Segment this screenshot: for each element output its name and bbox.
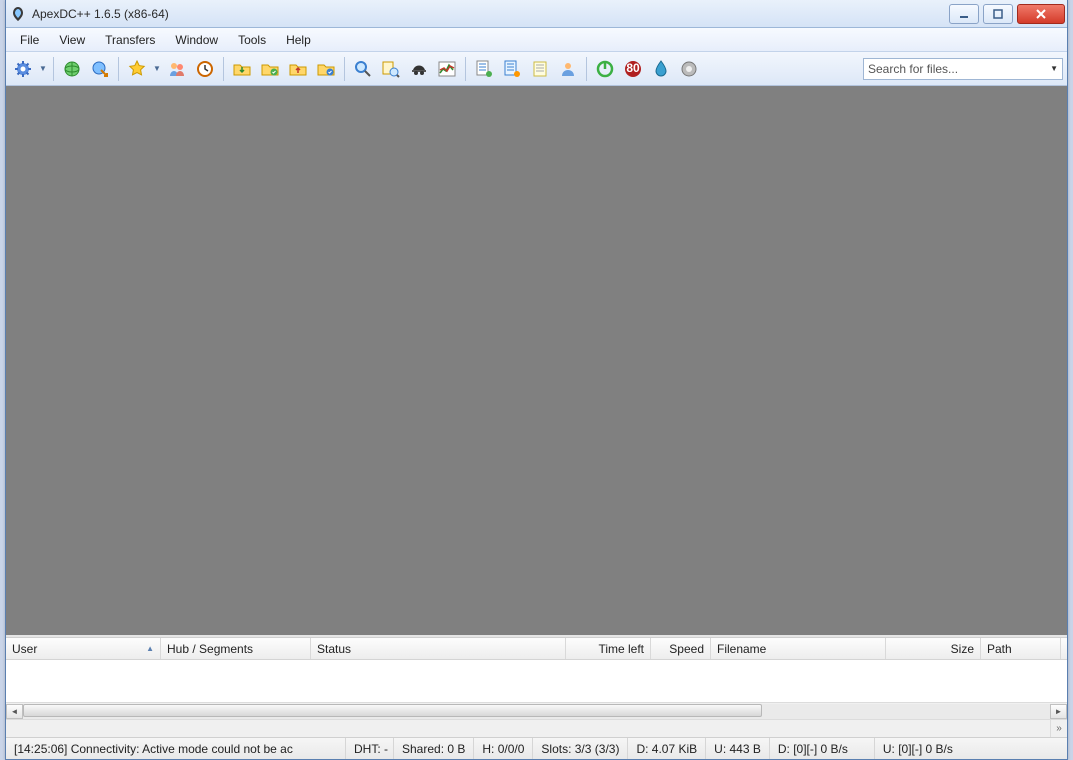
close-button[interactable]: [1017, 4, 1065, 24]
network-stats-icon[interactable]: [434, 56, 460, 82]
toolbar-separator: [344, 57, 345, 81]
window-title: ApexDC++ 1.6.5 (x86-64): [32, 7, 169, 21]
column-time-left[interactable]: Time left: [566, 638, 651, 659]
statusbar: [14:25:06] Connectivity: Active mode cou…: [6, 737, 1067, 759]
search-placeholder: Search for files...: [868, 62, 958, 76]
menu-help[interactable]: Help: [276, 28, 321, 51]
column-headers: User▲Hub / SegmentsStatusTime leftSpeedF…: [6, 638, 1067, 660]
menu-file[interactable]: File: [10, 28, 49, 51]
menu-view[interactable]: View: [49, 28, 95, 51]
titlebar[interactable]: ApexDC++ 1.6.5 (x86-64): [6, 0, 1067, 28]
open-filelist-icon[interactable]: [471, 56, 497, 82]
maximize-button[interactable]: [983, 4, 1013, 24]
transfers-pane: User▲Hub / SegmentsStatusTime leftSpeedF…: [6, 637, 1067, 737]
svg-text:80: 80: [626, 61, 640, 75]
toolbar-separator: [118, 57, 119, 81]
column-user[interactable]: User▲: [6, 638, 161, 659]
finished-uploads-icon[interactable]: [313, 56, 339, 82]
status-dht: DHT: -: [346, 738, 394, 759]
menu-tools[interactable]: Tools: [228, 28, 276, 51]
notepad-icon[interactable]: [527, 56, 553, 82]
horizontal-scrollbar[interactable]: ◄ ►: [6, 702, 1067, 719]
recent-hubs-icon[interactable]: [192, 56, 218, 82]
sort-indicator-icon: ▲: [146, 644, 154, 653]
transfers-list[interactable]: [6, 660, 1067, 702]
scroll-left-button[interactable]: ◄: [6, 704, 23, 719]
column-hub-segments[interactable]: Hub / Segments: [161, 638, 311, 659]
toolbar-separator: [465, 57, 466, 81]
scroll-thumb[interactable]: [23, 704, 762, 717]
toolbar-separator: [223, 57, 224, 81]
status-shared: Shared: 0 B: [394, 738, 474, 759]
status-slots: Slots: 3/3 (3/3): [533, 738, 628, 759]
main-window: ApexDC++ 1.6.5 (x86-64) FileViewTransfer…: [5, 0, 1068, 760]
menubar: FileViewTransfersWindowToolsHelp: [6, 28, 1067, 52]
column-filename[interactable]: Filename: [711, 638, 886, 659]
chevron-down-icon[interactable]: ▼: [1050, 64, 1058, 73]
away-icon[interactable]: [592, 56, 618, 82]
app-icon: [10, 6, 26, 22]
reconnect-icon[interactable]: [59, 56, 85, 82]
column-status[interactable]: Status: [311, 638, 566, 659]
update-icon[interactable]: [648, 56, 674, 82]
upload-queue-icon[interactable]: [285, 56, 311, 82]
column-speed[interactable]: Speed: [651, 638, 711, 659]
status-downloaded: D: 4.07 KiB: [628, 738, 706, 759]
menu-transfers[interactable]: Transfers: [95, 28, 165, 51]
toolbar: ▼ ▼ 80 Search for files... ▼: [6, 52, 1067, 86]
finished-downloads-icon[interactable]: [257, 56, 283, 82]
users-icon[interactable]: [164, 56, 190, 82]
public-hubs-icon[interactable]: [10, 56, 36, 82]
search-icon[interactable]: [350, 56, 376, 82]
column-path[interactable]: Path: [981, 638, 1061, 659]
download-queue-icon[interactable]: [229, 56, 255, 82]
follow-redirect-icon[interactable]: [87, 56, 113, 82]
status-upload-rate: U: [0][-] 0 B/s: [875, 738, 980, 759]
toolbar-separator: [586, 57, 587, 81]
scroll-right-button[interactable]: ►: [1050, 704, 1067, 719]
adl-search-icon[interactable]: [378, 56, 404, 82]
dropdown-arrow-icon[interactable]: ▼: [38, 64, 48, 73]
search-input[interactable]: Search for files... ▼: [863, 58, 1063, 80]
status-download-rate: D: [0][-] 0 B/s: [770, 738, 875, 759]
mdi-workspace: [6, 86, 1067, 637]
shutdown-icon[interactable]: [676, 56, 702, 82]
dropdown-arrow-icon[interactable]: ▼: [152, 64, 162, 73]
search-spy-icon[interactable]: [406, 56, 432, 82]
expand-grip-icon[interactable]: »: [1050, 720, 1067, 737]
limiter-icon[interactable]: 80: [620, 56, 646, 82]
minimize-button[interactable]: [949, 4, 979, 24]
status-hubs: H: 0/0/0: [474, 738, 533, 759]
status-message: [14:25:06] Connectivity: Active mode cou…: [6, 738, 346, 759]
status-uploaded: U: 443 B: [706, 738, 770, 759]
system-log-icon[interactable]: [555, 56, 581, 82]
toolbar-separator: [53, 57, 54, 81]
open-own-filelist-icon[interactable]: [499, 56, 525, 82]
favorite-hubs-icon[interactable]: [124, 56, 150, 82]
menu-window[interactable]: Window: [165, 28, 228, 51]
column-size[interactable]: Size: [886, 638, 981, 659]
